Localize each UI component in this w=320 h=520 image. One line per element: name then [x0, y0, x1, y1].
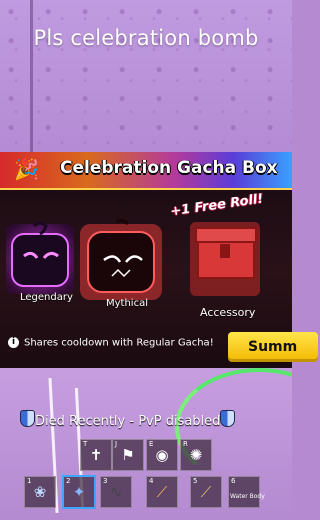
pvp-status: Died Recently - PvP disabled — [20, 410, 236, 429]
world-background-top — [0, 0, 292, 200]
hotbar-slot[interactable]: 4 ⟋ — [146, 476, 178, 508]
plant-icon: ❀ — [33, 483, 47, 501]
party-popper-icon: 🎉 — [14, 157, 39, 181]
staff-icon: ⟋ — [156, 483, 168, 501]
video-caption: Pls celebration bomb — [33, 26, 259, 50]
skill-slot[interactable]: J ⚑ — [112, 439, 144, 471]
hotbar-slot-selected[interactable]: 2 ✦ — [62, 475, 96, 509]
hotbar-slot[interactable]: 3 ∿ — [100, 476, 132, 508]
hotbar-slot[interactable]: 6 Water Body — [228, 476, 265, 508]
pvp-status-text: Died Recently - PvP disabled — [35, 414, 221, 429]
eye-icon: ◉ — [155, 446, 169, 464]
mythical-fruit-icon — [80, 218, 162, 300]
info-icon: i — [8, 337, 19, 348]
summon-button[interactable]: Summ — [228, 332, 318, 362]
cooldown-text: Shares cooldown with Regular Gacha! — [24, 337, 214, 349]
hotbar-slot[interactable]: 1 ❀ — [24, 476, 56, 508]
slot-item-name: Water Body — [230, 493, 265, 500]
free-roll-badge: +1 Free Roll! — [169, 191, 265, 220]
whip-icon: ∿ — [109, 483, 123, 501]
slot-number: 6 — [231, 477, 236, 485]
swirl-icon: ✺ — [189, 446, 203, 464]
skill-slot[interactable]: T ✝ — [80, 439, 112, 471]
shield-icon — [220, 410, 236, 427]
banner-title-bar: 🎉 Celebration Gacha Box — [0, 152, 292, 190]
figure-icon: ✝ — [89, 446, 103, 464]
cooldown-info: i Shares cooldown with Regular Gacha! — [8, 337, 214, 349]
accessory-chest-icon — [190, 222, 260, 296]
item-label: Mythical — [106, 298, 148, 309]
flag-icon: ⚑ — [121, 446, 135, 464]
hotbar-slot[interactable]: 5 ⟋ — [190, 476, 222, 508]
legendary-fruit-icon — [6, 221, 74, 294]
fruit-icon: ✦ — [72, 483, 86, 501]
scythe-icon: ⟋ — [200, 483, 212, 501]
gacha-banner: 🎉 Celebration Gacha Box +1 Free Roll! Le… — [0, 152, 318, 368]
skill-slot[interactable]: R ✺ — [180, 439, 212, 471]
shield-icon — [20, 410, 35, 427]
skill-slot[interactable]: E ◉ — [146, 439, 178, 471]
item-label: Legendary — [20, 292, 73, 303]
banner-title: Celebration Gacha Box — [60, 158, 278, 178]
item-label: Accessory — [200, 306, 256, 319]
